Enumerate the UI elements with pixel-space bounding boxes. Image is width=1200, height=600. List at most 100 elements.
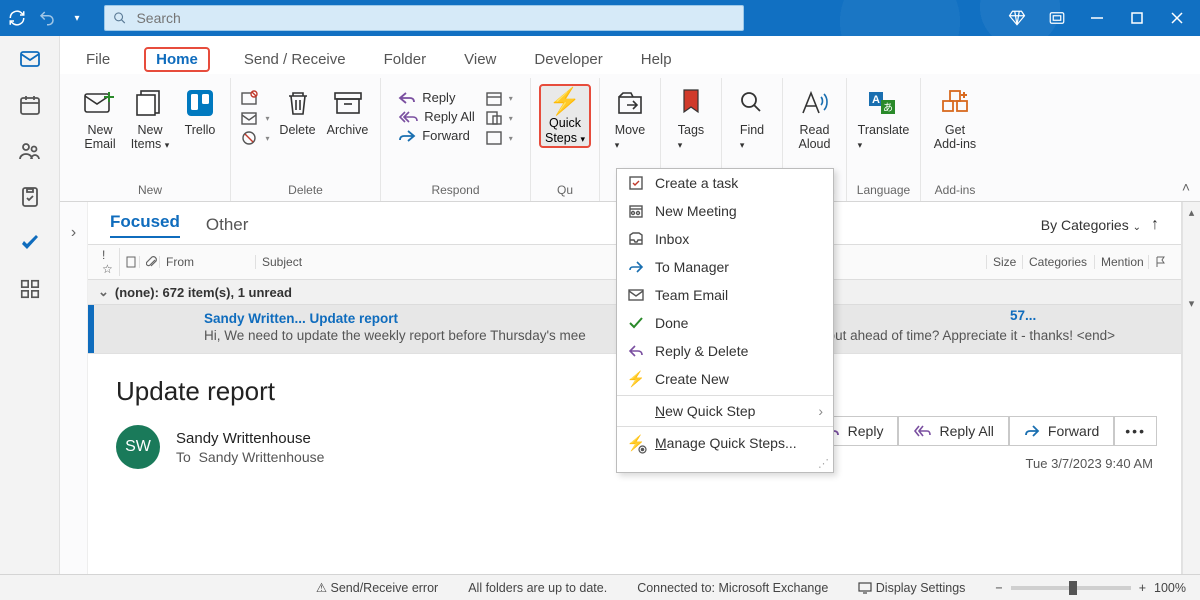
minimize-icon[interactable] bbox=[1088, 9, 1106, 27]
collapse-ribbon-icon[interactable]: ˄ bbox=[1182, 179, 1190, 195]
find-icon bbox=[735, 86, 769, 120]
find-button[interactable]: Find▾ bbox=[730, 84, 774, 151]
junk-mini-icon[interactable]: ▾ bbox=[241, 130, 269, 146]
sort-direction-icon[interactable]: ↑ bbox=[1151, 216, 1159, 234]
todo-icon[interactable] bbox=[17, 230, 43, 256]
bolt-icon: ⚡ bbox=[549, 88, 581, 114]
get-addins-button[interactable]: GetAdd-ins bbox=[933, 84, 977, 151]
menu-view[interactable]: View bbox=[460, 49, 500, 70]
qs-create-task[interactable]: Create a task bbox=[617, 169, 833, 197]
qs-done[interactable]: Done bbox=[617, 309, 833, 337]
trello-button[interactable]: Trello bbox=[178, 84, 222, 137]
to-line: To Sandy Writtenhouse bbox=[176, 449, 324, 465]
reading-more-button[interactable]: ••• bbox=[1114, 416, 1157, 446]
inbox-icon bbox=[627, 230, 645, 248]
respond-buttons: Reply Reply All Forward bbox=[398, 84, 475, 143]
categories-column[interactable]: Categories bbox=[1023, 255, 1095, 269]
more-apps-icon[interactable] bbox=[17, 276, 43, 302]
reading-actions: Reply Reply All Forward ••• bbox=[809, 416, 1157, 446]
create-new-icon: ⚡ bbox=[627, 370, 645, 388]
new-email-icon bbox=[83, 86, 117, 120]
qs-new-meeting[interactable]: New Meeting bbox=[617, 197, 833, 225]
chevron-down-icon: ⌄ bbox=[98, 284, 109, 300]
scroll-up-icon[interactable]: ▴ bbox=[1189, 206, 1195, 219]
menu-help[interactable]: Help bbox=[637, 49, 676, 70]
close-icon[interactable] bbox=[1168, 9, 1186, 27]
qs-to-manager[interactable]: To Manager bbox=[617, 253, 833, 281]
mail-icon[interactable] bbox=[17, 46, 43, 72]
reading-reply-all-button[interactable]: Reply All bbox=[898, 416, 1008, 446]
menu-home[interactable]: Home bbox=[144, 47, 210, 72]
zoom-out-icon[interactable]: − bbox=[995, 581, 1002, 595]
flag-column-icon[interactable] bbox=[1149, 256, 1173, 268]
display-settings-button[interactable]: Display Settings bbox=[858, 581, 965, 595]
coming-soon-icon[interactable] bbox=[1048, 9, 1066, 27]
search-icon bbox=[113, 11, 126, 25]
search-box[interactable] bbox=[104, 5, 744, 31]
maximize-icon[interactable] bbox=[1128, 9, 1146, 27]
tab-other[interactable]: Other bbox=[206, 215, 249, 235]
menu-folder[interactable]: Folder bbox=[380, 49, 431, 70]
new-email-button[interactable]: NewEmail bbox=[78, 84, 122, 151]
resize-grip-icon[interactable]: ⋰ bbox=[617, 457, 833, 472]
people-icon[interactable] bbox=[17, 138, 43, 164]
menu-file[interactable]: File bbox=[82, 49, 114, 70]
arrange-by-button[interactable]: By Categories ⌄ bbox=[1041, 217, 1141, 233]
new-items-button[interactable]: NewItems ▾ bbox=[128, 84, 172, 151]
scroll-down-icon[interactable]: ▾ bbox=[1189, 297, 1195, 310]
reply-all-button[interactable]: Reply All bbox=[398, 109, 475, 124]
qs-create-new[interactable]: ⚡Create New bbox=[617, 365, 833, 393]
menu-developer[interactable]: Developer bbox=[530, 49, 606, 70]
archive-icon bbox=[331, 86, 365, 120]
calendar-icon[interactable] bbox=[17, 92, 43, 118]
size-column[interactable]: Size bbox=[987, 255, 1023, 269]
qs-reply-delete[interactable]: Reply & Delete bbox=[617, 337, 833, 365]
zoom-in-icon[interactable]: + bbox=[1139, 581, 1146, 595]
qat-dropdown-icon[interactable]: ▾ bbox=[68, 9, 86, 27]
more-respond-icon[interactable]: ▾ bbox=[485, 130, 513, 146]
folder-pane-expand[interactable]: › bbox=[60, 202, 88, 574]
tags-button[interactable]: Tags▾ bbox=[669, 84, 713, 151]
sync-icon[interactable] bbox=[8, 9, 26, 27]
qs-manage[interactable]: ⚡Manage Quick Steps... bbox=[617, 429, 833, 457]
menu-send-receive[interactable]: Send / Receive bbox=[240, 49, 350, 70]
team-email-icon bbox=[627, 286, 645, 304]
mention-column[interactable]: Mention bbox=[1095, 255, 1149, 269]
share-teams-icon[interactable]: ▾ bbox=[485, 110, 513, 126]
done-icon bbox=[627, 314, 645, 332]
group-addins-label: Add-ins bbox=[935, 181, 976, 201]
qs-new-quick-step[interactable]: New Quick Step› bbox=[617, 398, 833, 424]
undo-icon[interactable] bbox=[38, 9, 56, 27]
move-button[interactable]: Move▾ bbox=[608, 84, 652, 151]
search-input[interactable] bbox=[136, 10, 735, 26]
quick-steps-button[interactable]: ⚡ QuickSteps ▾ bbox=[539, 84, 591, 148]
group-quick-steps-label: Qu bbox=[557, 181, 573, 201]
read-aloud-button[interactable]: ReadAloud bbox=[792, 84, 836, 151]
scrollbar[interactable]: ▴ ▾ bbox=[1182, 202, 1200, 574]
zoom-level: 100% bbox=[1154, 581, 1186, 595]
tasks-icon[interactable] bbox=[17, 184, 43, 210]
attachment-column-icon[interactable] bbox=[140, 256, 160, 268]
archive-button[interactable]: Archive bbox=[326, 84, 370, 137]
translate-label: Translate▾ bbox=[858, 123, 910, 151]
group-language-label: Language bbox=[857, 181, 910, 201]
zoom-slider[interactable]: − + 100% bbox=[995, 581, 1186, 595]
forward-button[interactable]: Forward bbox=[398, 128, 475, 143]
send-receive-error[interactable]: ⚠ Send/Receive error bbox=[316, 580, 438, 595]
reply-button[interactable]: Reply bbox=[398, 90, 475, 105]
from-column[interactable]: From bbox=[160, 255, 256, 269]
meeting-reply-icon[interactable]: ▾ bbox=[485, 90, 513, 106]
translate-button[interactable]: Aあ Translate▾ bbox=[858, 84, 910, 151]
tab-focused[interactable]: Focused bbox=[110, 212, 180, 238]
cleanup-mini-icon[interactable]: ▾ bbox=[241, 110, 269, 126]
importance-column-icon[interactable]: !☆ bbox=[96, 248, 120, 276]
ignore-mini-icon[interactable] bbox=[241, 90, 269, 106]
group-respond-label: Respond bbox=[431, 181, 479, 201]
reading-forward-button[interactable]: Forward bbox=[1009, 416, 1114, 446]
qs-inbox[interactable]: Inbox bbox=[617, 225, 833, 253]
premium-icon[interactable] bbox=[1008, 9, 1026, 27]
qs-team-email[interactable]: Team Email bbox=[617, 281, 833, 309]
delete-button[interactable]: Delete bbox=[276, 84, 320, 137]
read-aloud-icon bbox=[797, 86, 831, 120]
reminder-column-icon[interactable] bbox=[120, 256, 140, 268]
